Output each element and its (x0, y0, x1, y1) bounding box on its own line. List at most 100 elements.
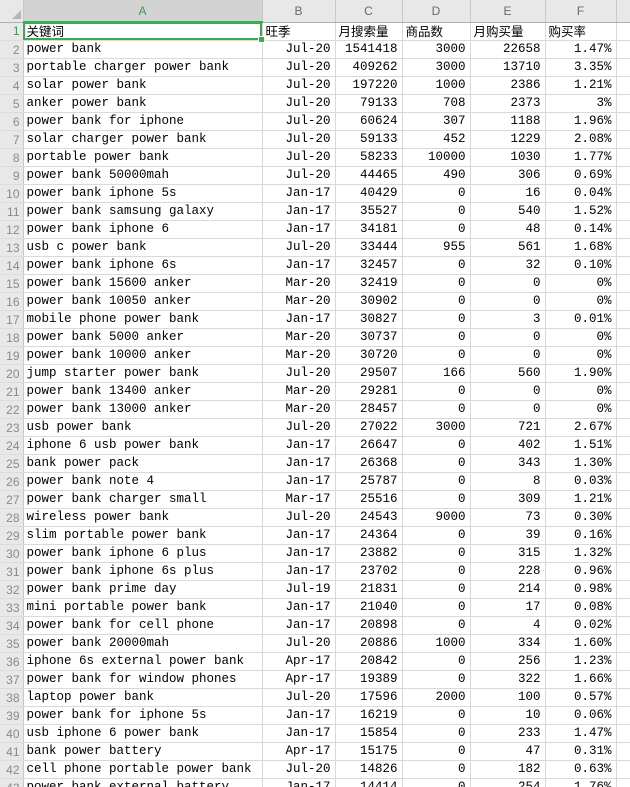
table-row[interactable]: 31 power bank iphone 6s plus Jan-17 23702 0 2… (0, 562, 630, 581)
cell-e12[interactable]: 48 (470, 220, 546, 239)
cell-e34[interactable]: 4 (470, 616, 546, 635)
cell-d8[interactable]: 10000 (402, 148, 471, 167)
cell-g28[interactable] (616, 508, 630, 527)
table-row[interactable]: 21 power bank 13400 anker Mar-20 29281 0 0 0% (0, 382, 630, 401)
cell-g24[interactable] (616, 436, 630, 455)
cell-d34[interactable]: 0 (402, 616, 471, 635)
table-row[interactable]: 11 power bank samsung galaxy Jan-17 35527 0 5… (0, 202, 630, 221)
cell-f3[interactable]: 3.35% (545, 58, 617, 77)
cell-f14[interactable]: 0.10% (545, 256, 617, 275)
cell-f13[interactable]: 1.68% (545, 238, 617, 257)
cell-b16[interactable]: Mar-20 (262, 292, 336, 311)
cell-g36[interactable] (616, 652, 630, 671)
cell-b31[interactable]: Jan-17 (262, 562, 336, 581)
cell-g32[interactable] (616, 580, 630, 599)
cell-c14[interactable]: 32457 (335, 256, 403, 275)
cell-f12[interactable]: 0.14% (545, 220, 617, 239)
cell-e6[interactable]: 1188 (470, 112, 546, 131)
spreadsheet-grid[interactable]: A B C D E F 1 关键词 旺季 月搜索量 商品数 月购买量 购买率 2… (0, 0, 630, 787)
table-row[interactable]: 5 anker power bank Jul-20 79133 708 2373 3% (0, 94, 630, 113)
cell-c13[interactable]: 33444 (335, 238, 403, 257)
cell-a11[interactable]: power bank samsung galaxy (23, 202, 263, 221)
column-header-g[interactable] (616, 0, 630, 23)
cell-e14[interactable]: 32 (470, 256, 546, 275)
cell-b29[interactable]: Jan-17 (262, 526, 336, 545)
column-header-c[interactable]: C (335, 0, 403, 23)
row-header-1[interactable]: 1 (0, 22, 24, 41)
cell-g26[interactable] (616, 472, 630, 491)
cell-g29[interactable] (616, 526, 630, 545)
cell-b18[interactable]: Mar-20 (262, 328, 336, 347)
column-header-a[interactable]: A (23, 0, 263, 23)
row-header-7[interactable]: 7 (0, 130, 24, 149)
select-all-corner[interactable] (0, 0, 24, 23)
cell-d21[interactable]: 0 (402, 382, 471, 401)
cell-d43[interactable]: 0 (402, 778, 471, 787)
row-header-10[interactable]: 10 (0, 184, 24, 203)
cell-d32[interactable]: 0 (402, 580, 471, 599)
cell-g23[interactable] (616, 418, 630, 437)
cell-a19[interactable]: power bank 10000 anker (23, 346, 263, 365)
cell-e32[interactable]: 214 (470, 580, 546, 599)
cell-g18[interactable] (616, 328, 630, 347)
cell-c6[interactable]: 60624 (335, 112, 403, 131)
cell-a26[interactable]: power bank note 4 (23, 472, 263, 491)
cell-a36[interactable]: iphone 6s external power bank (23, 652, 263, 671)
row-header-40[interactable]: 40 (0, 724, 24, 743)
cell-g12[interactable] (616, 220, 630, 239)
cell-e1[interactable]: 月购买量 (470, 22, 546, 41)
cell-d4[interactable]: 1000 (402, 76, 471, 95)
cell-b42[interactable]: Jul-20 (262, 760, 336, 779)
cell-c37[interactable]: 19389 (335, 670, 403, 689)
cell-b39[interactable]: Jan-17 (262, 706, 336, 725)
cell-c19[interactable]: 30720 (335, 346, 403, 365)
cell-c33[interactable]: 21040 (335, 598, 403, 617)
cell-d15[interactable]: 0 (402, 274, 471, 293)
cell-e39[interactable]: 10 (470, 706, 546, 725)
cell-g39[interactable] (616, 706, 630, 725)
cell-f16[interactable]: 0% (545, 292, 617, 311)
cell-d12[interactable]: 0 (402, 220, 471, 239)
fill-handle[interactable] (258, 36, 265, 43)
cell-c1[interactable]: 月搜索量 (335, 22, 403, 41)
cell-c41[interactable]: 15175 (335, 742, 403, 761)
cell-d23[interactable]: 3000 (402, 418, 471, 437)
cell-e10[interactable]: 16 (470, 184, 546, 203)
cell-g6[interactable] (616, 112, 630, 131)
cell-c31[interactable]: 23702 (335, 562, 403, 581)
table-row[interactable]: 23 usb power bank Jul-20 27022 3000 721 2.67% (0, 418, 630, 437)
cell-a39[interactable]: power bank for iphone 5s (23, 706, 263, 725)
cell-f41[interactable]: 0.31% (545, 742, 617, 761)
cell-b32[interactable]: Jul-19 (262, 580, 336, 599)
table-row[interactable]: 32 power bank prime day Jul-19 21831 0 214 0.9… (0, 580, 630, 599)
cell-b41[interactable]: Apr-17 (262, 742, 336, 761)
cell-d5[interactable]: 708 (402, 94, 471, 113)
cell-d26[interactable]: 0 (402, 472, 471, 491)
cell-c38[interactable]: 17596 (335, 688, 403, 707)
cell-f30[interactable]: 1.32% (545, 544, 617, 563)
cell-f35[interactable]: 1.60% (545, 634, 617, 653)
cell-a28[interactable]: wireless power bank (23, 508, 263, 527)
table-row[interactable]: 20 jump starter power bank Jul-20 29507 166 5… (0, 364, 630, 383)
cell-e9[interactable]: 306 (470, 166, 546, 185)
cell-f22[interactable]: 0% (545, 400, 617, 419)
row-header-3[interactable]: 3 (0, 58, 24, 77)
cell-f37[interactable]: 1.66% (545, 670, 617, 689)
cell-a40[interactable]: usb iphone 6 power bank (23, 724, 263, 743)
cell-g17[interactable] (616, 310, 630, 329)
cell-d33[interactable]: 0 (402, 598, 471, 617)
cell-e7[interactable]: 1229 (470, 130, 546, 149)
row-header-6[interactable]: 6 (0, 112, 24, 131)
cell-e5[interactable]: 2373 (470, 94, 546, 113)
cell-f34[interactable]: 0.02% (545, 616, 617, 635)
cell-f24[interactable]: 1.51% (545, 436, 617, 455)
cell-e42[interactable]: 182 (470, 760, 546, 779)
cell-f11[interactable]: 1.52% (545, 202, 617, 221)
cell-b11[interactable]: Jan-17 (262, 202, 336, 221)
row-header-20[interactable]: 20 (0, 364, 24, 383)
row-header-28[interactable]: 28 (0, 508, 24, 527)
cell-c29[interactable]: 24364 (335, 526, 403, 545)
table-row[interactable]: 33 mini portable power bank Jan-17 21040 0 17… (0, 598, 630, 617)
cell-g2[interactable] (616, 40, 630, 59)
cell-a42[interactable]: cell phone portable power bank (23, 760, 263, 779)
